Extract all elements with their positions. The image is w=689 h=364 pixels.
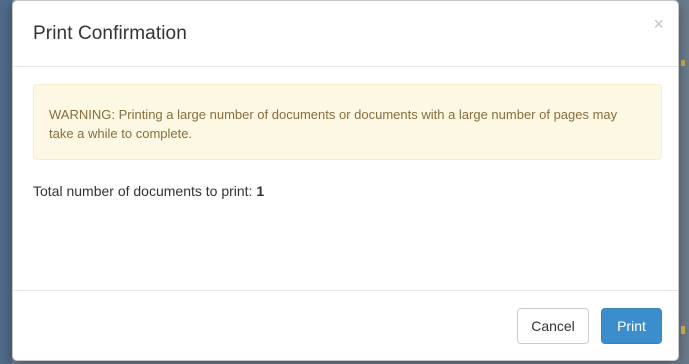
dialog-title: Print Confirmation bbox=[33, 23, 187, 44]
warning-text: WARNING: Printing a large number of docu… bbox=[49, 107, 618, 141]
total-documents-count: 1 bbox=[256, 183, 265, 199]
background-accent bbox=[681, 326, 685, 334]
dialog-footer: Cancel Print bbox=[13, 290, 678, 362]
warning-alert: WARNING: Printing a large number of docu… bbox=[33, 84, 662, 160]
cancel-button[interactable]: Cancel bbox=[517, 308, 589, 344]
print-button[interactable]: Print bbox=[601, 308, 662, 344]
close-icon[interactable]: × bbox=[653, 15, 664, 33]
background-left bbox=[0, 0, 12, 364]
dialog-header: Print Confirmation × bbox=[13, 1, 678, 67]
print-confirmation-dialog: Print Confirmation × WARNING: Printing a… bbox=[12, 0, 679, 361]
background-right bbox=[679, 0, 689, 364]
background-accent bbox=[681, 60, 685, 66]
total-documents-line: Total number of documents to print: 1 bbox=[33, 183, 264, 199]
total-documents-label: Total number of documents to print: bbox=[33, 183, 257, 199]
